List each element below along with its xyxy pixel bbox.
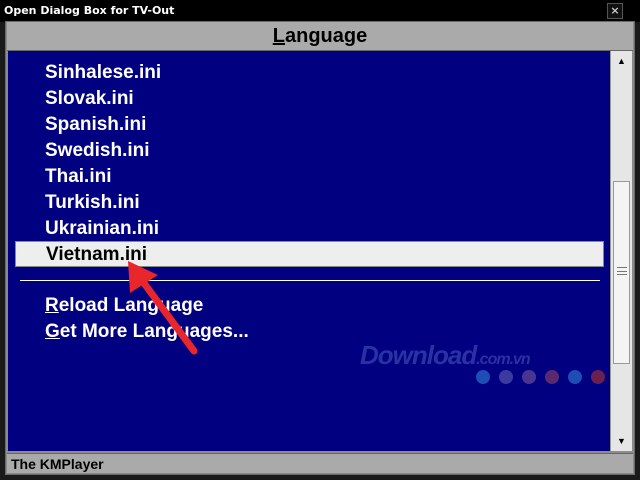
watermark-suffix: .com.vn	[476, 351, 530, 368]
language-item-ukrainian[interactable]: Ukrainian.ini	[45, 216, 159, 242]
language-item-thai[interactable]: Thai.ini	[45, 164, 112, 190]
watermark-dot	[591, 370, 605, 384]
language-item-sinhalese[interactable]: Sinhalese.ini	[45, 60, 161, 86]
scroll-down-arrow-icon[interactable]: ▼	[611, 433, 632, 449]
watermark-dot	[522, 370, 536, 384]
language-item-vietnam[interactable]: Vietnam.ini	[15, 241, 604, 267]
language-list: Sinhalese.ini Slovak.ini Spanish.ini Swe…	[8, 51, 610, 451]
menu-separator	[20, 280, 600, 281]
menu-header: Language	[7, 22, 633, 51]
watermark-dot	[476, 370, 490, 384]
header-title: anguage	[284, 25, 368, 47]
scroll-up-arrow-icon[interactable]: ▲	[611, 53, 632, 69]
thumb-grip-icon	[617, 267, 627, 275]
header-mnemonic: L	[272, 25, 285, 47]
window-title: Open Dialog Box for TV-Out	[4, 4, 175, 17]
arrow-shaft	[134, 271, 198, 355]
watermark-dot	[499, 370, 513, 384]
status-bar: The KMPlayer	[7, 453, 633, 473]
close-button[interactable]: ×	[607, 3, 623, 19]
language-item-spanish[interactable]: Spanish.ini	[45, 112, 146, 138]
kmplayer-window: Open Dialog Box for TV-Out × Language Si…	[0, 0, 640, 480]
scroll-thumb[interactable]	[613, 181, 630, 364]
language-item-swedish[interactable]: Swedish.ini	[45, 138, 150, 164]
watermark-main: Download	[360, 340, 477, 370]
arrow-head	[128, 261, 158, 293]
download-watermark-logo: Download.com.vn	[360, 340, 531, 371]
watermark-dot	[545, 370, 559, 384]
reload-mnemonic: R	[45, 295, 59, 316]
more-mnemonic: G	[45, 321, 60, 342]
title-bar[interactable]: Open Dialog Box for TV-Out ×	[0, 0, 640, 22]
vertical-scrollbar[interactable]: ▲ ▼	[610, 51, 632, 451]
status-text: The KMPlayer	[11, 456, 104, 472]
red-annotation-arrow-icon	[128, 261, 198, 355]
watermark-dot	[568, 370, 582, 384]
language-item-slovak[interactable]: Slovak.ini	[45, 86, 134, 112]
language-item-turkish[interactable]: Turkish.ini	[45, 190, 140, 216]
